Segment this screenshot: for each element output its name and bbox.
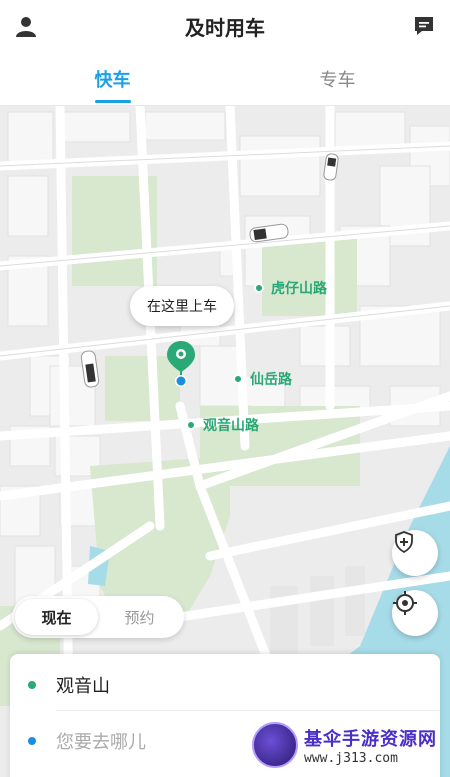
tab-express[interactable]: 快车 xyxy=(0,52,225,105)
tab-premier[interactable]: 专车 xyxy=(225,52,450,105)
page-title: 及时用车 xyxy=(185,15,265,40)
street-label: 仙岳路 xyxy=(233,369,292,389)
locate-button[interactable] xyxy=(392,590,438,636)
safety-button[interactable] xyxy=(392,530,438,576)
app-header: 及时用车 xyxy=(0,0,450,52)
now-option[interactable]: 现在 xyxy=(15,599,98,635)
street-marker-icon xyxy=(186,420,196,430)
user-icon[interactable] xyxy=(14,14,38,38)
destination-dot-icon xyxy=(28,737,36,745)
shield-plus-icon xyxy=(395,531,413,554)
street-marker-icon xyxy=(233,374,243,384)
pickup-bubble[interactable]: 在这里上车 xyxy=(130,286,234,326)
locate-icon xyxy=(393,591,417,615)
watermark-title: 基伞手游资源网 xyxy=(304,728,437,750)
street-label: 观音山路 xyxy=(186,415,259,435)
message-icon[interactable] xyxy=(412,14,436,38)
ride-type-tabs: 快车 专车 xyxy=(0,52,450,106)
time-toggle: 现在 预约 xyxy=(12,596,184,638)
pickup-dot-icon xyxy=(28,681,36,689)
pickup-pin-icon xyxy=(167,341,195,387)
reserve-option[interactable]: 预约 xyxy=(98,599,181,635)
destination-input[interactable]: 您要去哪儿 xyxy=(28,728,146,754)
watermark: 基伞手游资源网 www.j313.com xyxy=(252,716,448,774)
watermark-url: www.j313.com xyxy=(304,750,398,766)
street-marker-icon xyxy=(254,283,264,293)
watermark-logo-icon xyxy=(252,722,298,768)
pickup-location[interactable]: 观音山 xyxy=(28,672,110,698)
divider xyxy=(56,710,440,711)
street-label: 虎仔山路 xyxy=(254,278,327,298)
